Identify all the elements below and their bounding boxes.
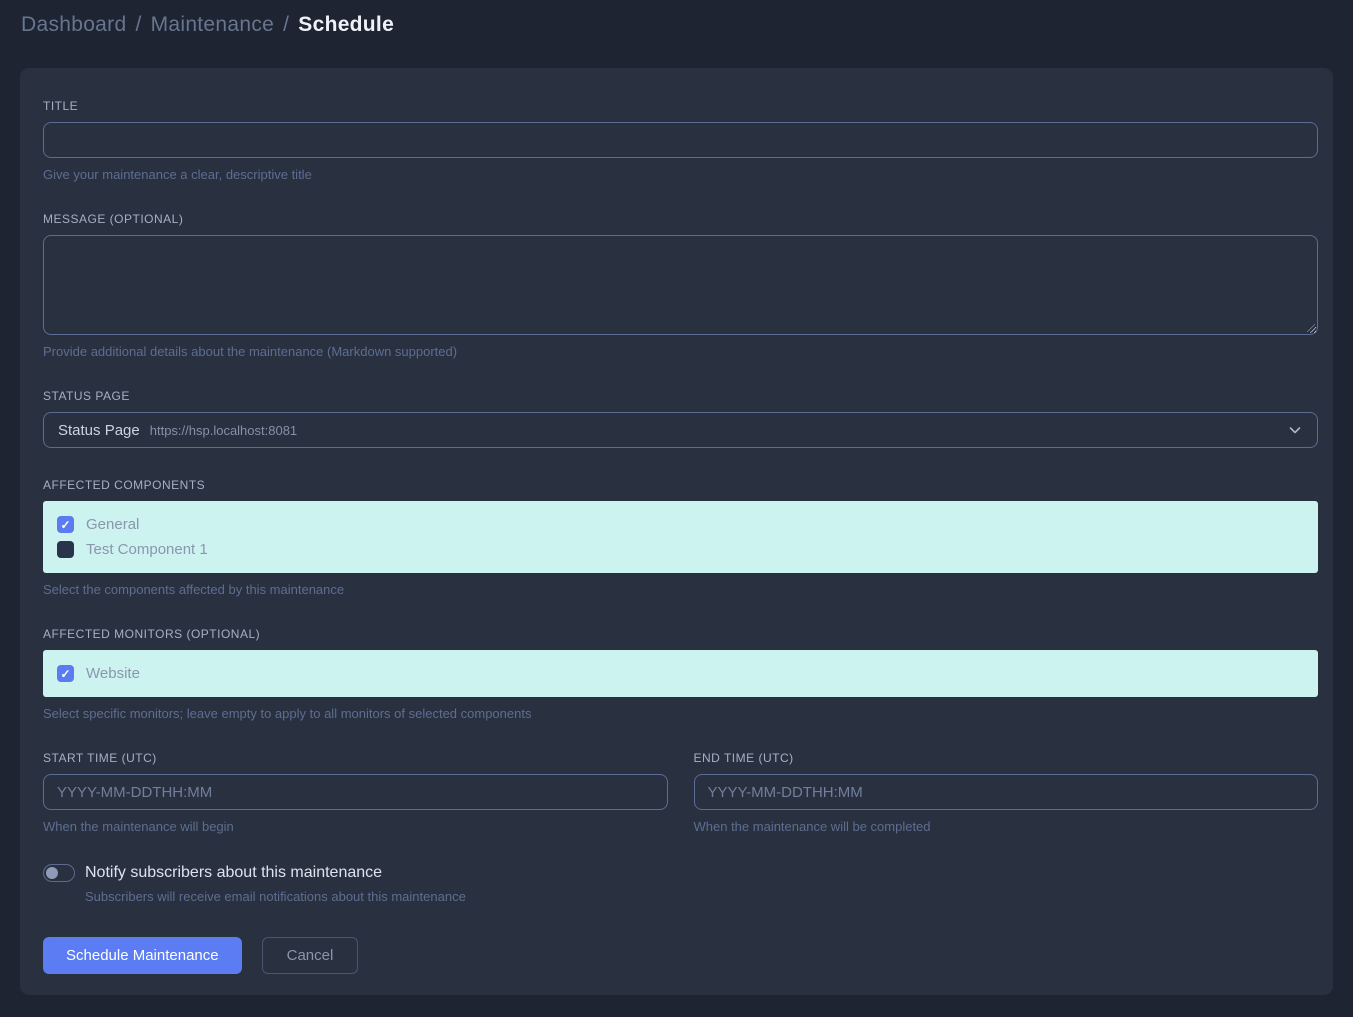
status-page-label: STATUS PAGE (43, 389, 1318, 403)
start-time-input[interactable] (43, 774, 668, 810)
notify-subscribers-group: Notify subscribers about this maintenanc… (43, 864, 1318, 904)
message-textarea[interactable] (43, 235, 1318, 335)
checkbox-icon[interactable]: ✓ (57, 541, 74, 558)
status-page-field-group: STATUS PAGE Status Page https://hsp.loca… (43, 389, 1318, 448)
check-icon: ✓ (60, 668, 70, 680)
component-option-label: General (86, 516, 139, 533)
title-field-group: TITLE Give your maintenance a clear, des… (43, 99, 1318, 182)
component-option-label: Test Component 1 (86, 541, 208, 558)
affected-monitors-field-group: AFFECTED MONITORS (OPTIONAL) ✓ Website S… (43, 627, 1318, 721)
toggle-knob (46, 867, 58, 879)
breadcrumb-current-schedule: Schedule (298, 13, 394, 37)
breadcrumb-separator: / (135, 13, 141, 37)
notify-subscribers-row: Notify subscribers about this maintenanc… (43, 864, 1318, 882)
status-page-select[interactable]: Status Page https://hsp.localhost:8081 (43, 412, 1318, 448)
breadcrumb: Dashboard / Maintenance / Schedule (21, 13, 1332, 37)
check-icon: ✓ (60, 519, 70, 531)
component-option-general[interactable]: ✓ General (57, 516, 1304, 533)
form-actions: Schedule Maintenance Cancel (43, 937, 1318, 974)
affected-components-helper-text: Select the components affected by this m… (43, 582, 1318, 597)
message-label: MESSAGE (OPTIONAL) (43, 212, 1318, 226)
breadcrumb-item-maintenance[interactable]: Maintenance (151, 13, 275, 37)
start-time-helper-text: When the maintenance will begin (43, 819, 668, 834)
schedule-maintenance-form-card: TITLE Give your maintenance a clear, des… (20, 68, 1333, 995)
message-helper-text: Provide additional details about the mai… (43, 344, 1318, 359)
end-time-input[interactable] (694, 774, 1319, 810)
title-helper-text: Give your maintenance a clear, descripti… (43, 167, 1318, 182)
chevron-down-icon (1287, 422, 1303, 438)
cancel-button[interactable]: Cancel (262, 937, 359, 974)
notify-subscribers-label: Notify subscribers about this maintenanc… (85, 864, 382, 882)
title-label: TITLE (43, 99, 1318, 113)
monitor-option-website[interactable]: ✓ Website (57, 665, 1304, 682)
affected-monitors-label: AFFECTED MONITORS (OPTIONAL) (43, 627, 1318, 641)
affected-components-field-group: AFFECTED COMPONENTS ✓ General ✓ Test Com… (43, 478, 1318, 597)
monitor-option-label: Website (86, 665, 140, 682)
schedule-maintenance-button[interactable]: Schedule Maintenance (43, 937, 242, 974)
checkbox-icon[interactable]: ✓ (57, 516, 74, 533)
time-fields-row: START TIME (UTC) When the maintenance wi… (43, 751, 1318, 834)
end-time-helper-text: When the maintenance will be completed (694, 819, 1319, 834)
breadcrumb-item-dashboard[interactable]: Dashboard (21, 13, 126, 37)
message-field-group: MESSAGE (OPTIONAL) Provide additional de… (43, 212, 1318, 359)
affected-components-label: AFFECTED COMPONENTS (43, 478, 1318, 492)
affected-monitors-helper-text: Select specific monitors; leave empty to… (43, 706, 1318, 721)
breadcrumb-separator: / (283, 13, 289, 37)
start-time-label: START TIME (UTC) (43, 751, 668, 765)
message-textarea-wrap (43, 235, 1318, 335)
status-page-selected-url: https://hsp.localhost:8081 (150, 423, 297, 438)
end-time-field-group: END TIME (UTC) When the maintenance will… (694, 751, 1319, 834)
top-bar: Dashboard / Maintenance / Schedule (0, 0, 1353, 49)
start-time-field-group: START TIME (UTC) When the maintenance wi… (43, 751, 668, 834)
notify-subscribers-toggle[interactable] (43, 864, 75, 882)
status-page-selected-name: Status Page (58, 422, 140, 439)
component-option-test-component-1[interactable]: ✓ Test Component 1 (57, 541, 1304, 558)
notify-subscribers-helper-text: Subscribers will receive email notificat… (85, 889, 1318, 904)
title-input[interactable] (43, 122, 1318, 158)
end-time-label: END TIME (UTC) (694, 751, 1319, 765)
affected-monitors-panel: ✓ Website (43, 650, 1318, 697)
affected-components-panel: ✓ General ✓ Test Component 1 (43, 501, 1318, 573)
checkbox-icon[interactable]: ✓ (57, 665, 74, 682)
